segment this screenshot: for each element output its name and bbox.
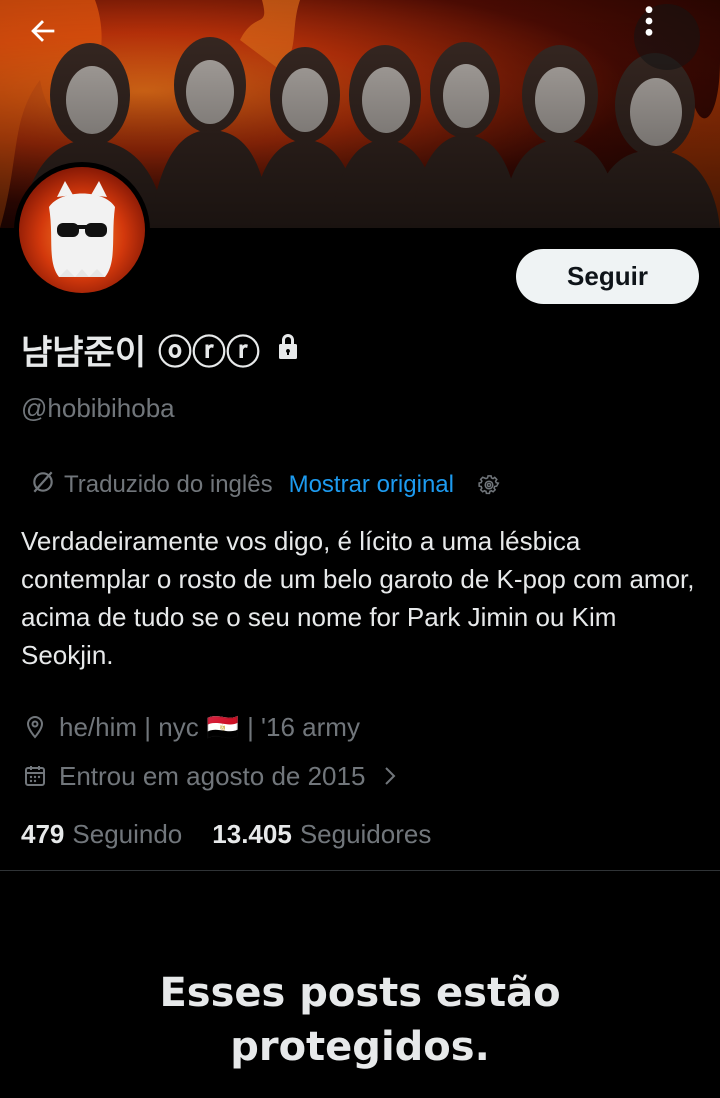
show-original-link[interactable]: Mostrar original bbox=[289, 471, 454, 499]
display-name-text: 냠냠준이 ⓞⓡⓡ bbox=[21, 332, 260, 373]
location-text: he/him | nyc bbox=[59, 711, 199, 742]
calendar-icon bbox=[22, 764, 48, 788]
translation-notice: Traduzido do inglês Mostrar original bbox=[30, 470, 502, 500]
following-count: 479 bbox=[21, 818, 65, 849]
followers-link[interactable]: 13.405 Seguidores bbox=[212, 819, 431, 850]
following-label: Seguindo bbox=[72, 818, 183, 849]
gear-icon[interactable] bbox=[476, 472, 502, 498]
avatar[interactable] bbox=[14, 162, 150, 298]
translation-label: Traduzido do inglês bbox=[64, 471, 273, 498]
location-row: he/him | nyc 🇪🇬 | '16 army bbox=[22, 710, 360, 744]
divider bbox=[0, 870, 720, 871]
joined-date: Entrou em agosto de 2015 bbox=[59, 760, 366, 791]
profile-bio: Verdadeiramente vos digo, é lícito a uma… bbox=[21, 526, 695, 670]
avatar-image bbox=[19, 167, 145, 293]
display-name: 냠냠준이 ⓞⓡⓡ bbox=[21, 326, 300, 373]
joined-row[interactable]: Entrou em agosto de 2015 bbox=[22, 759, 397, 793]
lock-icon bbox=[276, 329, 300, 369]
follow-stats: 479 Seguindo 13.405 Seguidores bbox=[21, 816, 431, 852]
more-options-button[interactable] bbox=[634, 4, 700, 70]
followers-label: Seguidores bbox=[299, 818, 432, 849]
location-pin-icon bbox=[22, 714, 48, 740]
protected-posts-message: Esses posts estão protegidos. bbox=[159, 970, 561, 1070]
followers-count: 13.405 bbox=[212, 818, 292, 849]
chevron-right-icon bbox=[383, 765, 397, 787]
translate-icon bbox=[30, 469, 56, 502]
flag-emoji: 🇪🇬 bbox=[206, 711, 240, 742]
location-suffix: | '16 army bbox=[247, 711, 360, 742]
following-link[interactable]: 479 Seguindo bbox=[21, 819, 182, 850]
back-button[interactable] bbox=[26, 14, 74, 62]
follow-button[interactable]: Seguir bbox=[516, 249, 699, 304]
profile-handle: @hobibihoba bbox=[21, 393, 175, 423]
